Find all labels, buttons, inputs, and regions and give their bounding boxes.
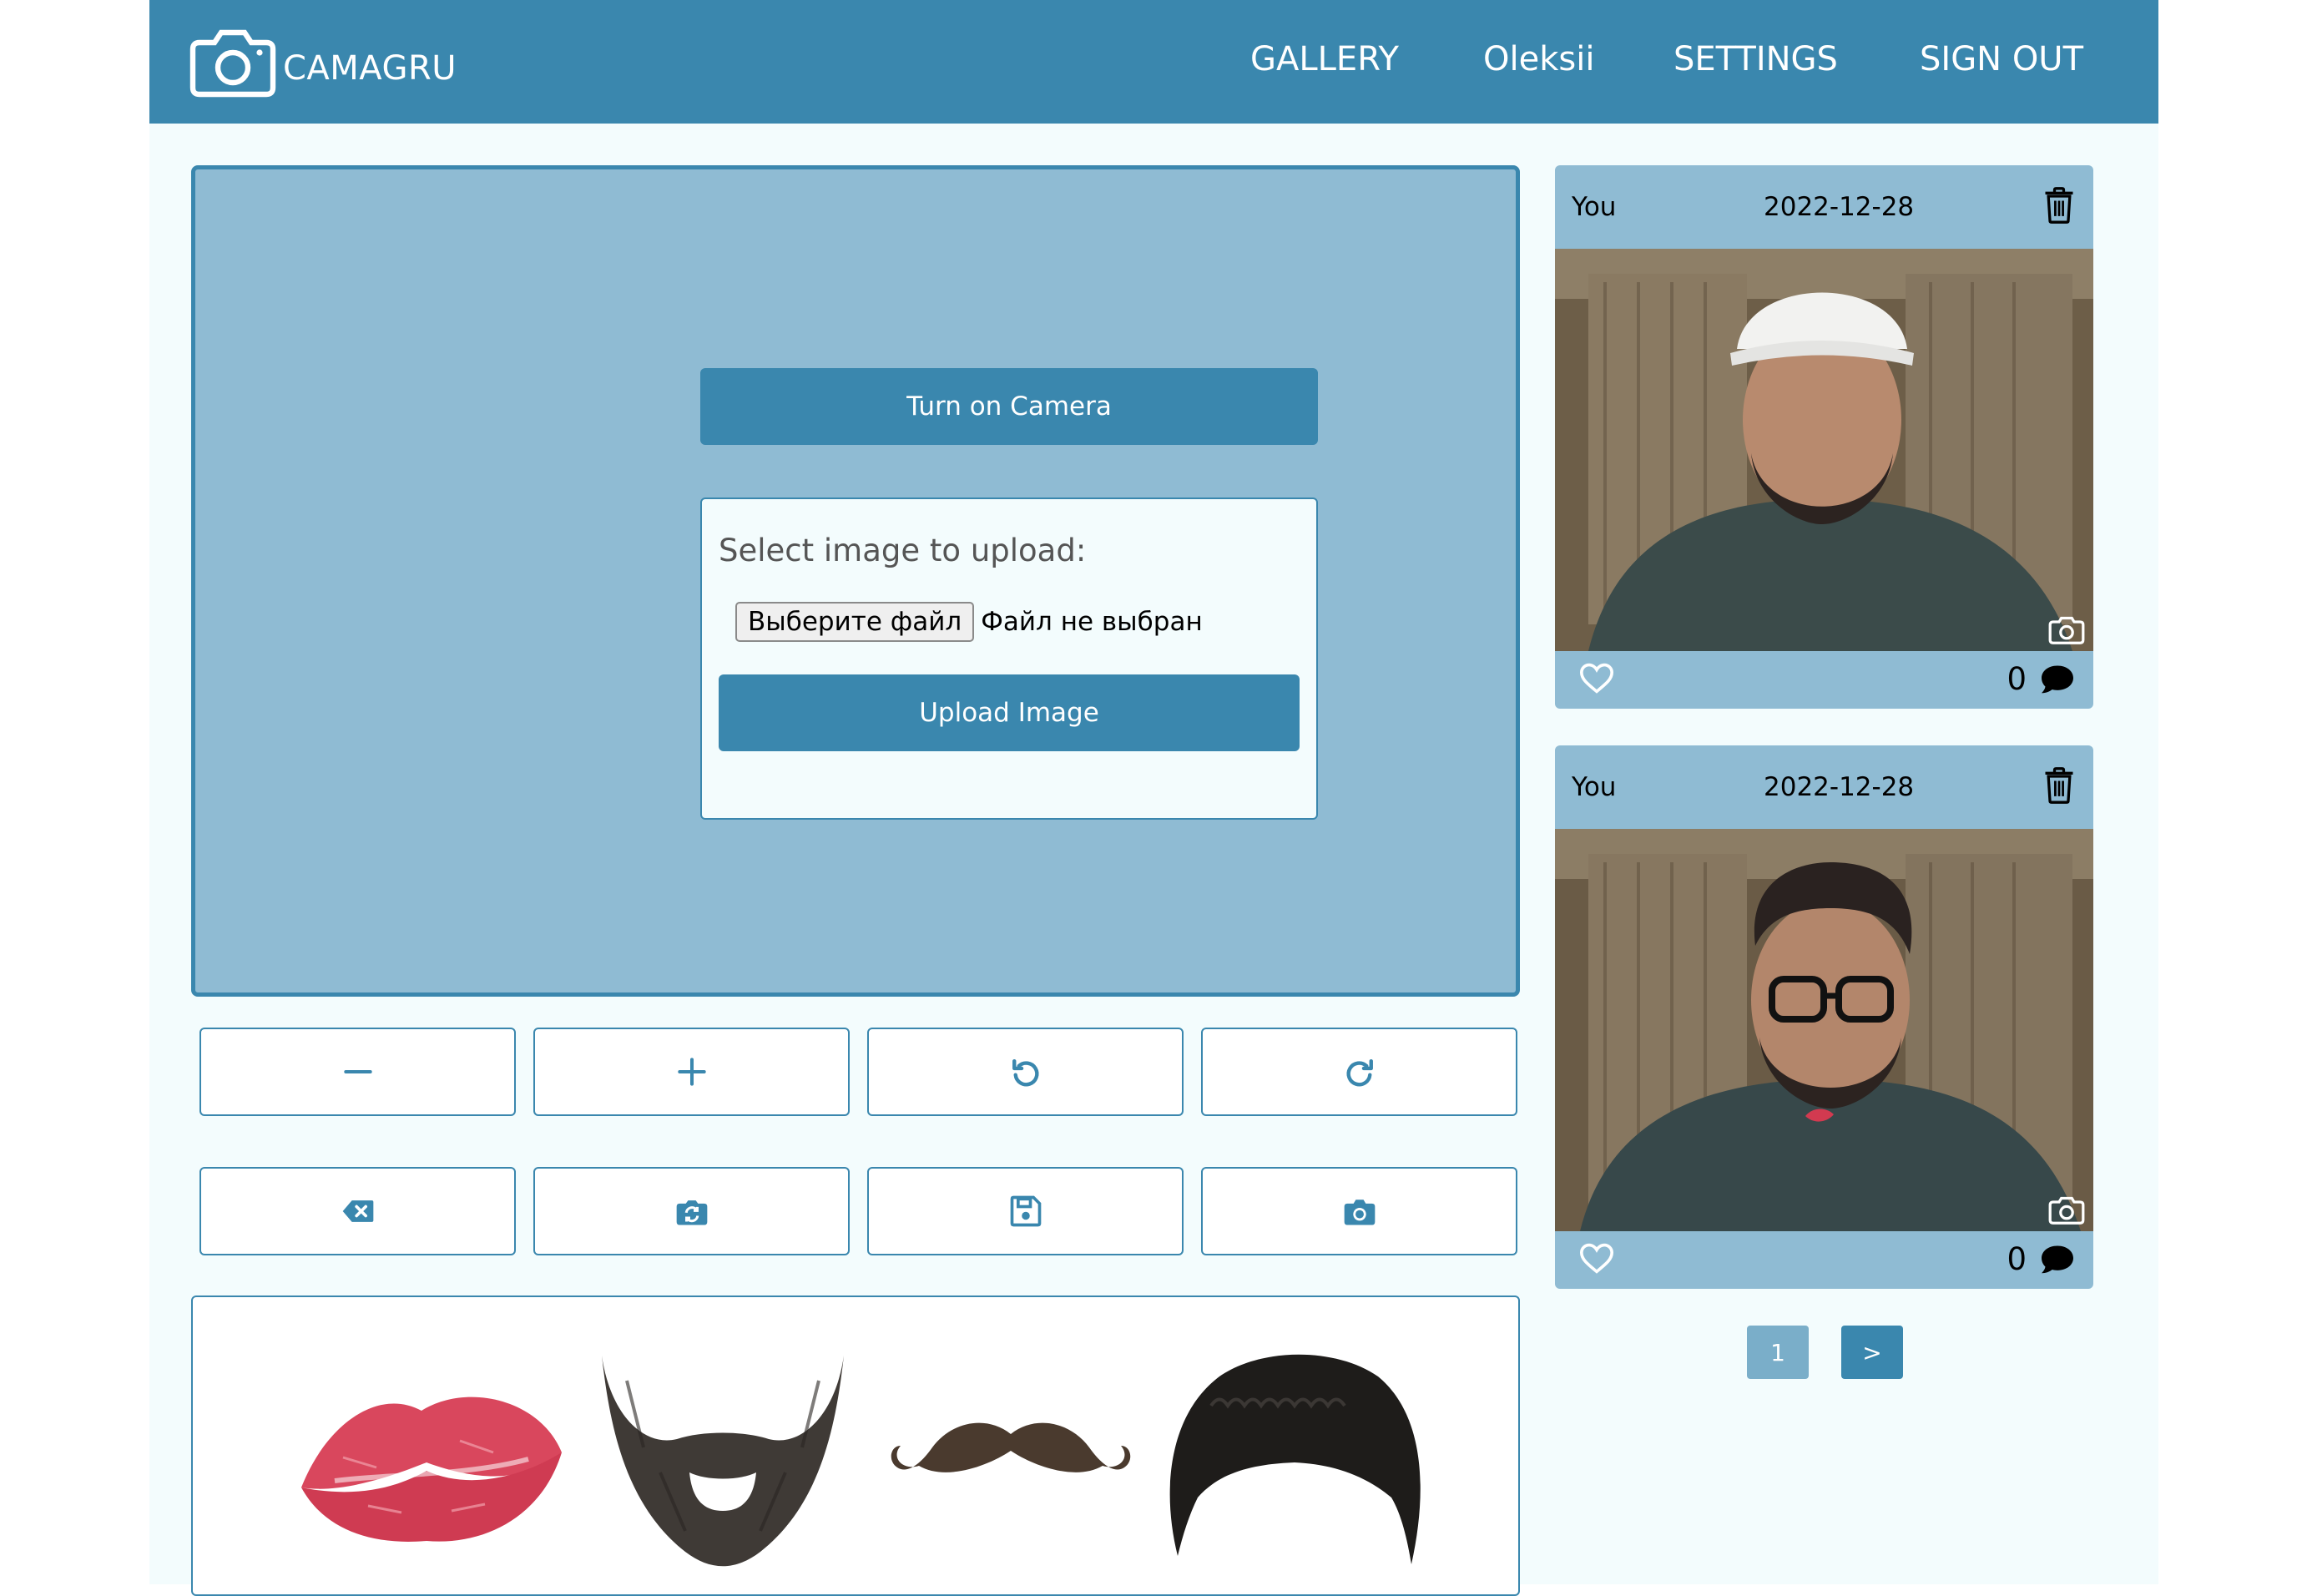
file-status: Файл не выбран (981, 607, 1203, 637)
rotate-right-icon (1346, 1058, 1373, 1087)
switch-camera-button[interactable] (533, 1167, 850, 1255)
post-date: 2022-12-28 (1764, 192, 1915, 222)
post-footer: 0 (1555, 651, 2093, 709)
brand-logo[interactable]: CAMAGRU (189, 25, 457, 100)
turn-on-camera-button[interactable]: Turn on Camera (700, 368, 1318, 445)
navbar: CAMAGRU GALLERY Oleksii SETTINGS SIGN OU… (149, 0, 2158, 124)
nav-gallery[interactable]: GALLERY (1250, 40, 1399, 78)
page-1-button[interactable]: 1 (1747, 1326, 1809, 1379)
zoom-out-button[interactable] (199, 1028, 516, 1116)
camera-icon (1344, 1200, 1375, 1225)
minus-icon (343, 1069, 372, 1074)
comment-count: 0 (2007, 1241, 2027, 1277)
post-header: You 2022-12-28 (1555, 165, 2093, 249)
post-footer: 0 (1555, 1231, 2093, 1289)
post-author: You (1572, 772, 1617, 802)
next-page-button[interactable]: > (1841, 1326, 1903, 1379)
comment-count: 0 (2007, 661, 2027, 697)
camera-icon (189, 29, 276, 98)
backspace-icon (342, 1200, 373, 1222)
trash-icon[interactable] (2043, 187, 2075, 224)
nav-settings[interactable]: SETTINGS (1673, 40, 1838, 78)
save-button[interactable] (867, 1167, 1184, 1255)
comment-icon[interactable] (2038, 663, 2077, 694)
rotate-left-icon (1012, 1058, 1038, 1087)
photo-image (1555, 249, 2093, 651)
hair-sticker[interactable] (1161, 1347, 1428, 1589)
rotate-left-button[interactable] (867, 1028, 1184, 1116)
camera-stage: Turn on Camera Select image to upload: В… (191, 165, 1520, 997)
trash-icon[interactable] (2043, 767, 2075, 804)
file-input: Выберите файл Файл не выбран (735, 602, 1203, 642)
brand-name: CAMAGRU (283, 49, 457, 88)
upload-image-button[interactable]: Upload Image (719, 674, 1300, 751)
post-author: You (1572, 192, 1617, 222)
nav-signout[interactable]: SIGN OUT (1920, 40, 2083, 78)
post-photo[interactable] (1555, 829, 2093, 1231)
post-photo[interactable] (1555, 249, 2093, 651)
heart-icon[interactable] (1578, 661, 1615, 694)
photo-image (1555, 829, 2093, 1231)
floppy-disk-icon (1010, 1195, 1041, 1227)
post-date: 2022-12-28 (1764, 772, 1915, 802)
post-card: You 2022-12-28 0 (1555, 165, 2093, 709)
rotate-right-button[interactable] (1201, 1028, 1517, 1116)
nav-user[interactable]: Oleksii (1483, 40, 1594, 78)
sticker-panel (191, 1295, 1520, 1596)
plus-icon (677, 1058, 706, 1086)
zoom-in-button[interactable] (533, 1028, 850, 1116)
post-card: You 2022-12-28 0 (1555, 745, 2093, 1289)
app: CAMAGRU GALLERY Oleksii SETTINGS SIGN OU… (149, 0, 2158, 1596)
comment-icon[interactable] (2038, 1243, 2077, 1275)
camera-icon (2048, 1196, 2085, 1225)
beard-sticker[interactable] (593, 1347, 852, 1573)
take-photo-button[interactable] (1201, 1167, 1517, 1255)
upload-title: Select image to upload: (719, 533, 1087, 568)
upload-form: Select image to upload: Выберите файл Фа… (700, 497, 1318, 820)
lips-sticker[interactable] (293, 1364, 568, 1556)
clear-button[interactable] (199, 1167, 516, 1255)
camera-rotate-icon (676, 1200, 707, 1225)
mustache-sticker[interactable] (886, 1406, 1136, 1506)
post-header: You 2022-12-28 (1555, 745, 2093, 829)
heart-icon[interactable] (1578, 1241, 1615, 1275)
choose-file-button[interactable]: Выберите файл (735, 602, 975, 642)
camera-icon (2048, 616, 2085, 644)
